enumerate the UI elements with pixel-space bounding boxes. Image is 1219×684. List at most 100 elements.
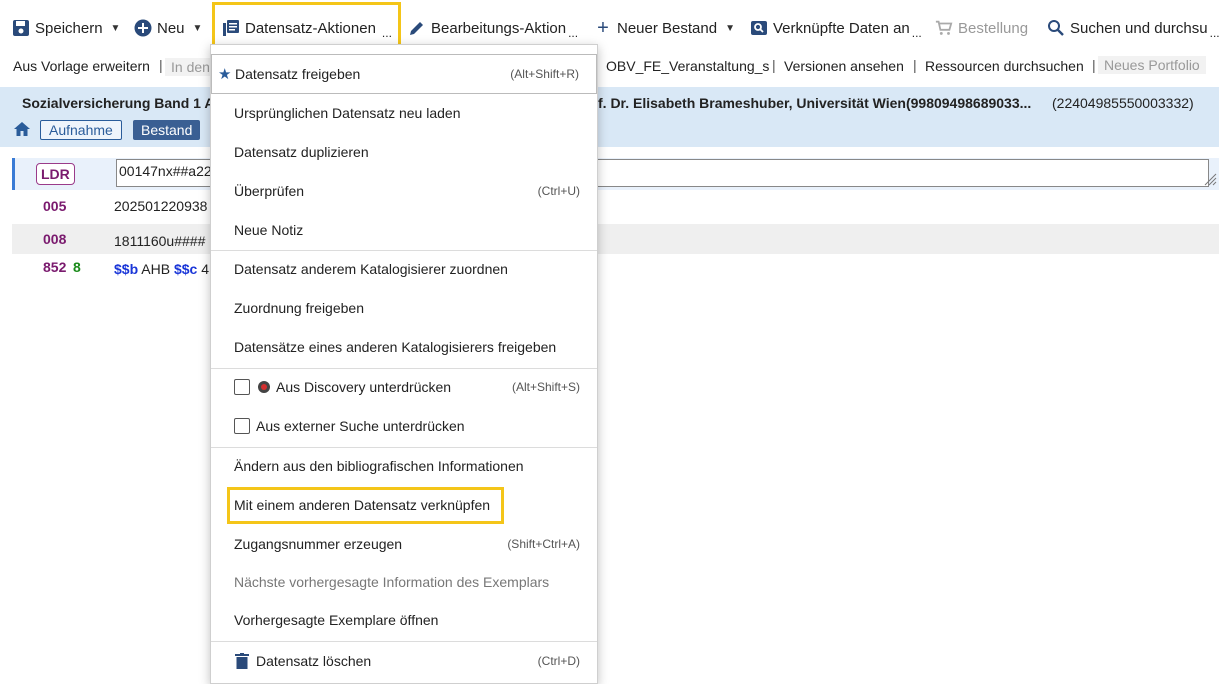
edit-actions-button[interactable]: Bearbeitungs-Aktion ... xyxy=(408,8,578,48)
menu-item-shortcut: (Alt+Shift+R) xyxy=(510,67,579,81)
record-author: f. Dr. Elisabeth Brameshuber, Universitä… xyxy=(598,95,1032,111)
browse-resources-link[interactable]: Ressourcen durchsuchen xyxy=(925,58,1084,74)
menu-item-open-predicted[interactable]: Vorhergesagte Exemplare öffnen xyxy=(211,601,597,639)
secondary-toolbar: Aus Vorlage erweitern | In den OBV_FE_Ve… xyxy=(0,50,1219,82)
menu-item-change-bib[interactable]: Ändern aus den bibliografischen Informat… xyxy=(211,447,597,485)
cart-icon xyxy=(935,19,953,37)
plus-icon: + xyxy=(597,16,609,39)
order-button[interactable]: Bestellung xyxy=(935,8,1028,48)
field-value: 1811160u#### xyxy=(114,233,206,249)
menu-item-shortcut: (Ctrl+U) xyxy=(537,184,580,198)
subfield-code: $$b xyxy=(114,261,139,277)
separator: | xyxy=(772,57,776,73)
menu-item-label: Datensatz anderem Katalogisierer zuordne… xyxy=(234,261,508,277)
menu-item-release[interactable]: ★ Datensatz freigeben (Alt+Shift+R) xyxy=(211,54,597,94)
separator: | xyxy=(159,57,163,73)
obv-fe-link[interactable]: OBV_FE_Veranstaltung_s xyxy=(606,58,769,74)
menu-item-label: Datensatz freigeben xyxy=(235,66,361,82)
menu-item-label: Datensatz löschen xyxy=(256,653,372,669)
marc-editor: LDR 00147nx##a22( 005 202501220938 008 1… xyxy=(0,155,1219,285)
main-toolbar: Speichern ▼ Neu ▼ Datensatz-Aktionen ...… xyxy=(0,0,1219,50)
subfield-value: 4 xyxy=(201,261,209,277)
menu-item-label: Mit einem anderen Datensatz verknüpfen xyxy=(234,497,491,513)
tab-bestand[interactable]: Bestand xyxy=(133,120,201,140)
menu-item-new-note[interactable]: Neue Notiz xyxy=(211,211,597,249)
pencil-icon xyxy=(408,19,426,37)
chevron-down-icon: ▼ xyxy=(110,22,121,34)
menu-item-delete[interactable]: Datensatz löschen (Ctrl+D) xyxy=(211,642,597,680)
field-row-852[interactable]: 852 8 $$b AHB $$c 4 xyxy=(12,253,1219,283)
separator: | xyxy=(913,57,917,73)
more-dots: ... xyxy=(911,26,922,40)
menu-item-label: Überprüfen xyxy=(234,183,305,199)
home-icon[interactable] xyxy=(13,120,31,138)
new-portfolio-link[interactable]: Neues Portfolio xyxy=(1098,56,1206,74)
field-value: 00147nx##a22( xyxy=(119,163,217,179)
star-icon: ★ xyxy=(218,66,232,83)
menu-item-accession[interactable]: Zugangsnummer erzeugen (Shift+Ctrl+A) xyxy=(211,525,597,563)
more-dots: ... xyxy=(568,26,579,40)
field-row-008[interactable]: 008 1811160u#### xyxy=(12,224,1219,254)
record-title: Sozialversicherung Band 1 Al xyxy=(22,95,219,111)
menu-item-duplicate[interactable]: Datensatz duplizieren xyxy=(211,133,597,171)
subfield-value: AHB xyxy=(141,261,171,277)
more-dots: ... xyxy=(1209,26,1219,40)
record-header: Sozialversicherung Band 1 Al f. Dr. Elis… xyxy=(0,87,1219,147)
record-actions-menu: ★ Datensatz freigeben (Alt+Shift+R) Ursp… xyxy=(210,44,598,684)
field-value: $$b AHB $$c 4 xyxy=(114,261,209,277)
expand-template-link[interactable]: Aus Vorlage erweitern xyxy=(13,58,150,74)
tab-aufnahme[interactable]: Aufnahme xyxy=(40,120,122,140)
menu-item-reload[interactable]: Ursprünglichen Datensatz neu laden xyxy=(211,94,597,132)
menu-item-link-record[interactable]: Mit einem anderen Datensatz verknüpfen xyxy=(211,486,597,524)
field-tag: LDR xyxy=(36,163,75,185)
menu-item-label: Aus externer Suche unterdrücken xyxy=(256,418,465,434)
records-stack-icon xyxy=(222,19,240,37)
subfield-code: $$c xyxy=(173,261,198,277)
resize-grip-icon[interactable] xyxy=(1203,172,1217,186)
menu-item-shortcut: (Shift+Ctrl+A) xyxy=(507,537,580,551)
eye-hidden-icon xyxy=(258,381,270,393)
chevron-down-icon: ▼ xyxy=(192,22,203,34)
menu-item-label: Vorhergesagte Exemplare öffnen xyxy=(234,612,439,628)
menu-item-shortcut: (Ctrl+D) xyxy=(537,654,580,668)
order-label: Bestellung xyxy=(958,19,1029,37)
save-icon xyxy=(12,19,30,37)
menu-item-label: Datensatz duplizieren xyxy=(234,144,369,160)
field-tag: 008 xyxy=(43,231,67,247)
field-row-ldr[interactable]: LDR 00147nx##a22( xyxy=(12,158,1219,190)
checkbox[interactable] xyxy=(234,418,250,434)
new-label: Neu xyxy=(157,19,185,37)
checkbox[interactable] xyxy=(234,379,250,395)
menu-item-assign-other[interactable]: Datensatz anderem Katalogisierer zuordne… xyxy=(211,250,597,288)
separator: | xyxy=(1092,57,1096,73)
linked-data-label: Verknüpfte Daten an xyxy=(773,19,910,37)
chevron-down-icon: ▼ xyxy=(725,22,735,34)
menu-item-label: Zugangsnummer erzeugen xyxy=(234,536,403,552)
menu-item-label: Zuordnung freigeben xyxy=(234,300,364,316)
search-browse-label: Suchen und durchsu xyxy=(1070,19,1208,37)
menu-item-suppress-external[interactable]: Aus externer Suche unterdrücken xyxy=(211,407,597,445)
save-button[interactable]: Speichern ▼ xyxy=(12,8,120,48)
menu-item-release-assignment[interactable]: Zuordnung freigeben xyxy=(211,289,597,327)
menu-item-next-predicted[interactable]: Nächste vorhergesagte Information des Ex… xyxy=(211,563,597,601)
trash-icon xyxy=(235,653,249,672)
linked-data-button[interactable]: Verknüpfte Daten an ... xyxy=(750,8,922,48)
field-tag: 852 xyxy=(43,259,67,275)
in-den-link[interactable]: In den xyxy=(165,58,216,76)
field-row-005[interactable]: 005 202501220938 xyxy=(12,191,1219,221)
menu-item-validate[interactable]: Überprüfen (Ctrl+U) xyxy=(211,172,597,210)
menu-item-release-others[interactable]: Datensätze eines anderen Katalogisierers… xyxy=(211,328,597,366)
new-button[interactable]: Neu ▼ xyxy=(134,8,202,48)
menu-item-suppress-discovery[interactable]: Aus Discovery unterdrücken (Alt+Shift+S) xyxy=(211,368,597,406)
plus-circle-icon xyxy=(134,19,152,37)
menu-item-label: Ändern aus den bibliografischen Informat… xyxy=(234,458,524,474)
menu-item-label: Ursprünglichen Datensatz neu laden xyxy=(234,105,461,121)
new-holding-button[interactable]: + Neuer Bestand ▼ xyxy=(594,8,735,48)
menu-item-label: Nächste vorhergesagte Information des Ex… xyxy=(234,574,550,590)
record-id: (22404985550003332) xyxy=(1052,95,1194,111)
menu-item-label: Datensätze eines anderen Katalogisierers… xyxy=(234,339,557,355)
versions-link[interactable]: Versionen ansehen xyxy=(784,58,904,74)
more-dots: ... xyxy=(381,26,392,40)
record-actions-button[interactable]: Datensatz-Aktionen ... xyxy=(222,8,392,48)
search-browse-button[interactable]: Suchen und durchsu ... xyxy=(1047,8,1219,48)
